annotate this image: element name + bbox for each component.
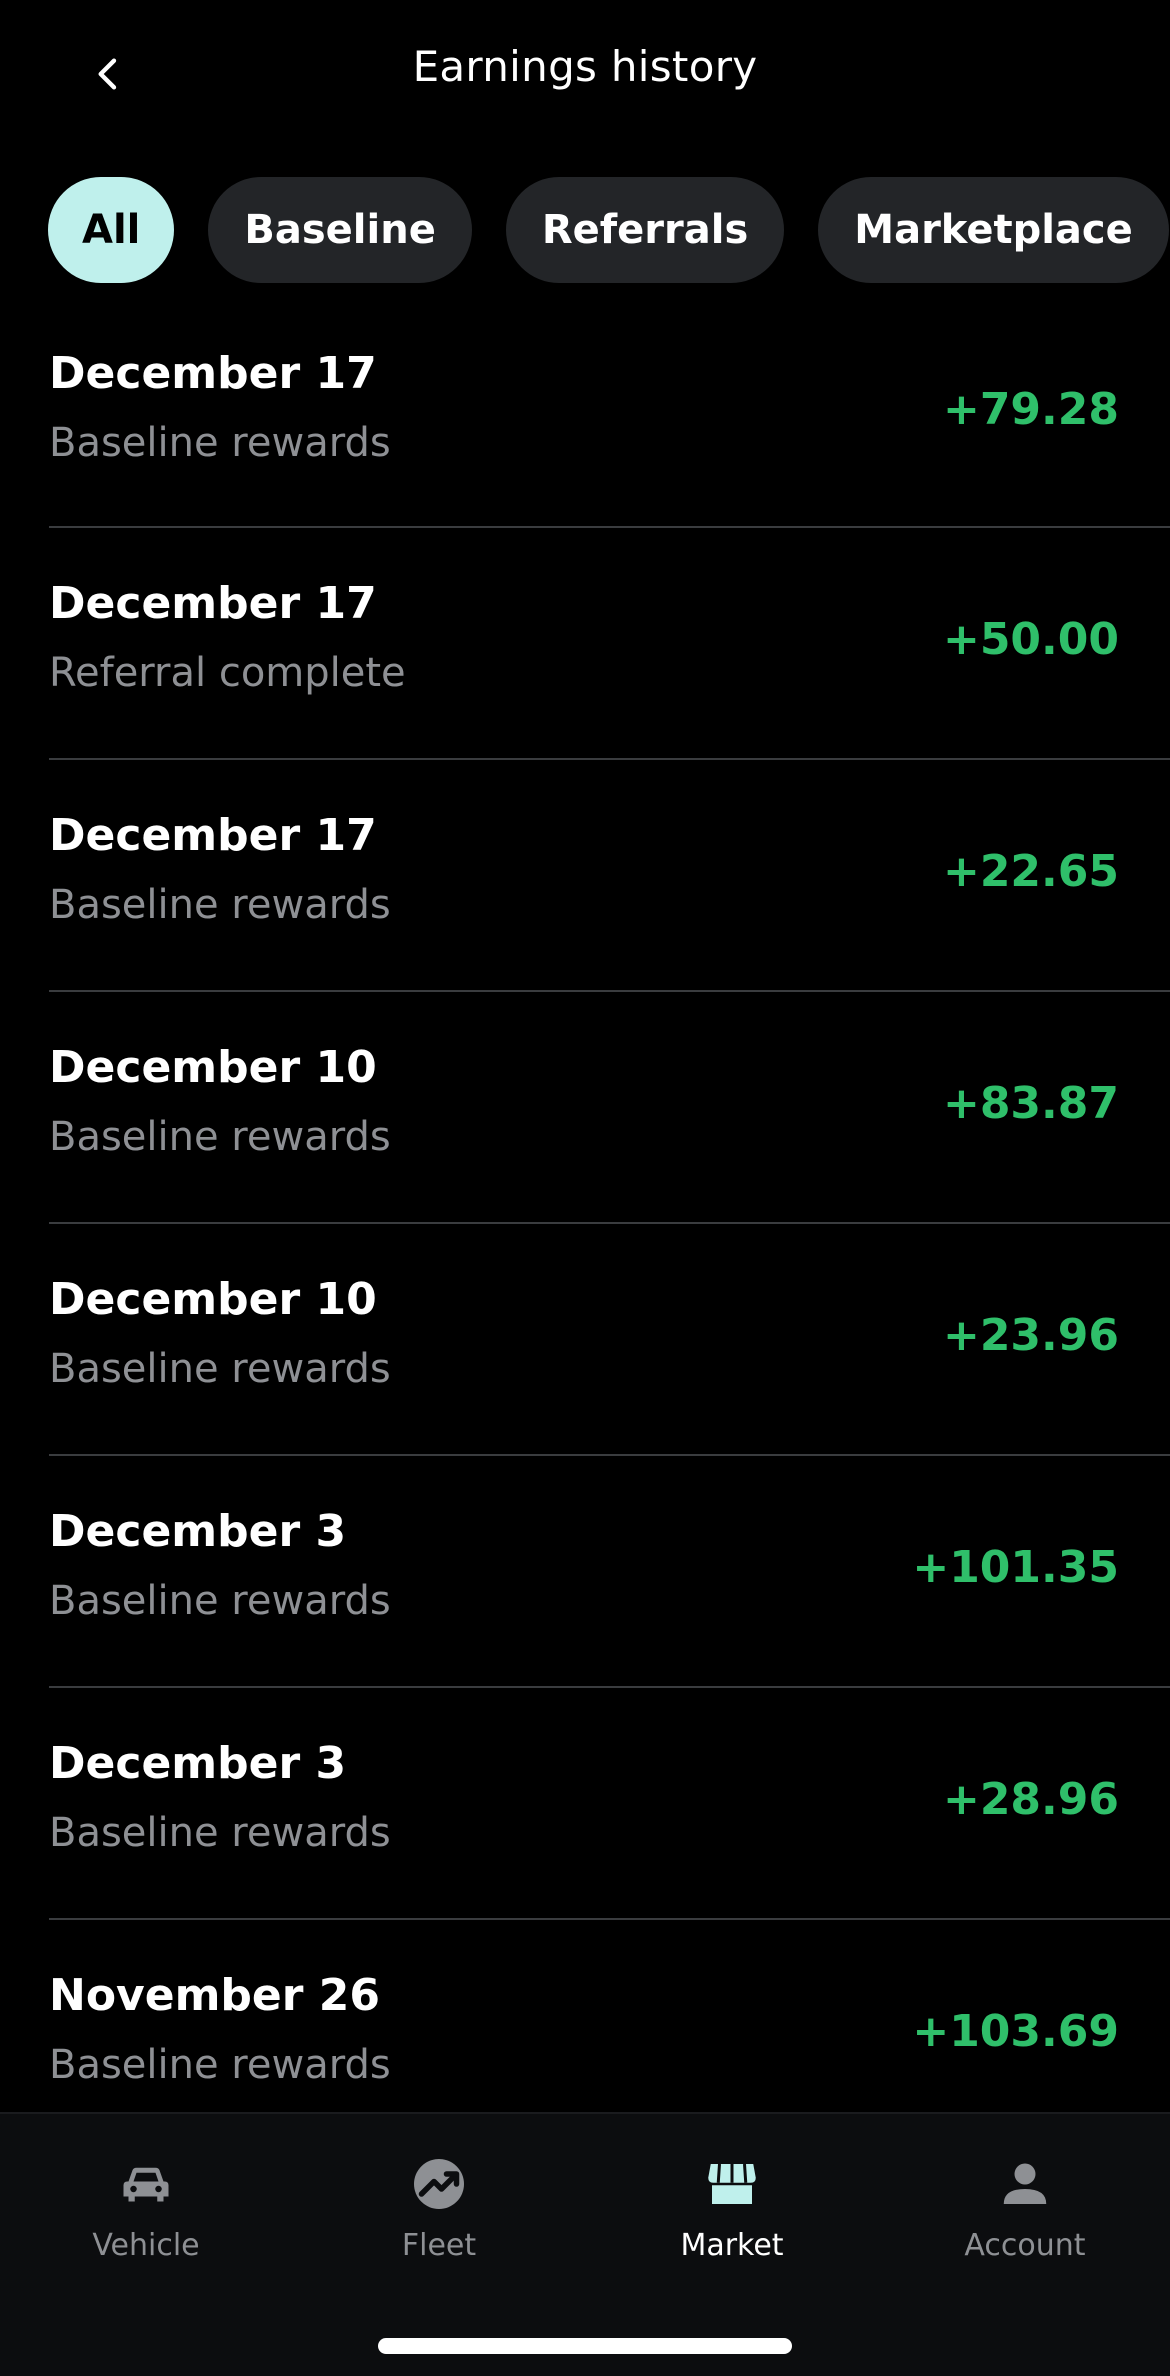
earnings-amount: +23.96 (942, 1310, 1119, 1361)
earnings-row[interactable]: November 26 Baseline rewards +103.69 (49, 1920, 1170, 2112)
earnings-amount: +79.28 (942, 384, 1119, 435)
earnings-row[interactable]: December 3 Baseline rewards +101.35 (49, 1456, 1170, 1688)
earnings-row[interactable]: December 17 Referral complete +50.00 (49, 528, 1170, 760)
earnings-date: December 17 (49, 348, 377, 399)
storefront-icon (708, 2163, 756, 2204)
earnings-description: Baseline rewards (49, 1810, 391, 1856)
earnings-amount: +103.69 (912, 2006, 1119, 2057)
home-indicator (378, 2338, 792, 2354)
earnings-row[interactable]: December 10 Baseline rewards +23.96 (49, 1224, 1170, 1456)
filter-chip-baseline[interactable]: Baseline (208, 177, 472, 283)
tab-label: Account (964, 2228, 1086, 2263)
filter-chip-marketplace[interactable]: Marketplace (818, 177, 1169, 283)
tab-market[interactable]: Market (632, 2154, 832, 2274)
earnings-row[interactable]: December 10 Baseline rewards +83.87 (49, 992, 1170, 1224)
tab-bar: Vehicle Fleet Market Account (0, 2112, 1170, 2376)
earnings-row[interactable]: December 3 Baseline rewards +28.96 (49, 1688, 1170, 1920)
person-icon (1003, 2163, 1047, 2204)
earnings-row[interactable]: December 17 Baseline rewards +22.65 (49, 760, 1170, 992)
header: Earnings history (0, 0, 1170, 150)
tab-vehicle[interactable]: Vehicle (46, 2154, 246, 2274)
earnings-amount: +50.00 (942, 614, 1119, 665)
tab-label: Fleet (401, 2228, 477, 2263)
earnings-date: December 10 (49, 1274, 377, 1325)
tab-label: Vehicle (92, 2228, 200, 2263)
earnings-description: Baseline rewards (49, 420, 391, 466)
earnings-date: December 10 (49, 1042, 377, 1093)
tab-label: Market (680, 2228, 784, 2263)
earnings-row[interactable]: December 17 Baseline rewards +79.28 (49, 300, 1170, 528)
earnings-description: Referral complete (49, 650, 406, 696)
filter-chips: All Baseline Referrals Marketplace (48, 177, 1170, 285)
earnings-amount: +28.96 (942, 1774, 1119, 1825)
filter-chip-referrals[interactable]: Referrals (505, 177, 785, 283)
earnings-description: Baseline rewards (49, 1114, 391, 1160)
earnings-date: November 26 (49, 1970, 381, 2021)
trending-chart-icon (414, 2159, 464, 2209)
earnings-date: December 3 (49, 1506, 347, 1557)
tab-account[interactable]: Account (925, 2154, 1125, 2274)
filter-chip-all[interactable]: All (48, 177, 175, 283)
earnings-date: December 17 (49, 578, 377, 629)
earnings-description: Baseline rewards (49, 882, 391, 928)
earnings-amount: +101.35 (912, 1542, 1119, 1593)
earnings-date: December 3 (49, 1738, 347, 1789)
tab-fleet[interactable]: Fleet (339, 2154, 539, 2274)
earnings-date: December 17 (49, 810, 377, 861)
page-title: Earnings history (412, 42, 758, 91)
earnings-description: Baseline rewards (49, 1346, 391, 1392)
earnings-amount: +83.87 (942, 1078, 1119, 1129)
earnings-description: Baseline rewards (49, 1578, 391, 1624)
earnings-amount: +22.65 (942, 846, 1119, 897)
earnings-list: December 17 Baseline rewards +79.28 Dece… (0, 300, 1170, 2112)
earnings-description: Baseline rewards (49, 2042, 391, 2088)
car-icon (123, 2167, 169, 2202)
